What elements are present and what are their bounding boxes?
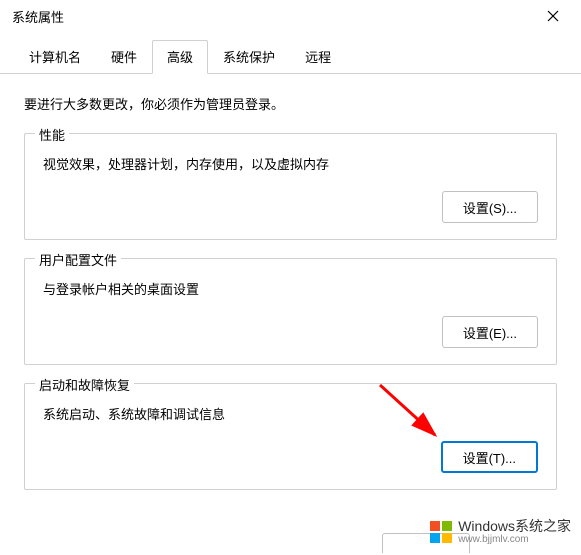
window-title: 系统属性 — [12, 7, 64, 26]
user-profiles-title: 用户配置文件 — [35, 250, 121, 269]
startup-recovery-desc: 系统启动、系统故障和调试信息 — [43, 404, 538, 423]
tab-system-protection[interactable]: 系统保护 — [208, 40, 290, 73]
performance-title: 性能 — [35, 125, 69, 144]
startup-recovery-title: 启动和故障恢复 — [35, 375, 134, 394]
user-profiles-settings-button[interactable]: 设置(E)... — [442, 316, 538, 348]
close-icon — [547, 10, 559, 22]
user-profiles-desc: 与登录帐户相关的桌面设置 — [43, 279, 538, 298]
watermark-brand: Windows系统之家 — [458, 519, 571, 534]
user-profiles-group: 用户配置文件 与登录帐户相关的桌面设置 设置(E)... — [24, 258, 557, 365]
tab-hardware[interactable]: 硬件 — [96, 40, 152, 73]
windows-logo-icon — [430, 521, 452, 543]
performance-group: 性能 视觉效果，处理器计划，内存使用，以及虚拟内存 设置(S)... — [24, 133, 557, 240]
admin-instruction: 要进行大多数更改，你必须作为管理员登录。 — [24, 94, 557, 113]
tab-remote[interactable]: 远程 — [290, 40, 346, 73]
startup-recovery-group: 启动和故障恢复 系统启动、系统故障和调试信息 设置(T)... — [24, 383, 557, 490]
watermark: Windows系统之家 www.bjjmlv.com — [430, 519, 571, 545]
close-button[interactable] — [537, 4, 569, 28]
tab-computer-name[interactable]: 计算机名 — [14, 40, 96, 73]
tab-content: 要进行大多数更改，你必须作为管理员登录。 性能 视觉效果，处理器计划，内存使用，… — [0, 74, 581, 528]
tab-bar: 计算机名 硬件 高级 系统保护 远程 — [0, 40, 581, 74]
startup-recovery-settings-button[interactable]: 设置(T)... — [441, 441, 538, 473]
performance-settings-button[interactable]: 设置(S)... — [442, 191, 538, 223]
watermark-url: www.bjjmlv.com — [458, 534, 571, 545]
performance-desc: 视觉效果，处理器计划，内存使用，以及虚拟内存 — [43, 154, 538, 173]
titlebar: 系统属性 — [0, 0, 581, 32]
tab-advanced[interactable]: 高级 — [152, 40, 208, 74]
